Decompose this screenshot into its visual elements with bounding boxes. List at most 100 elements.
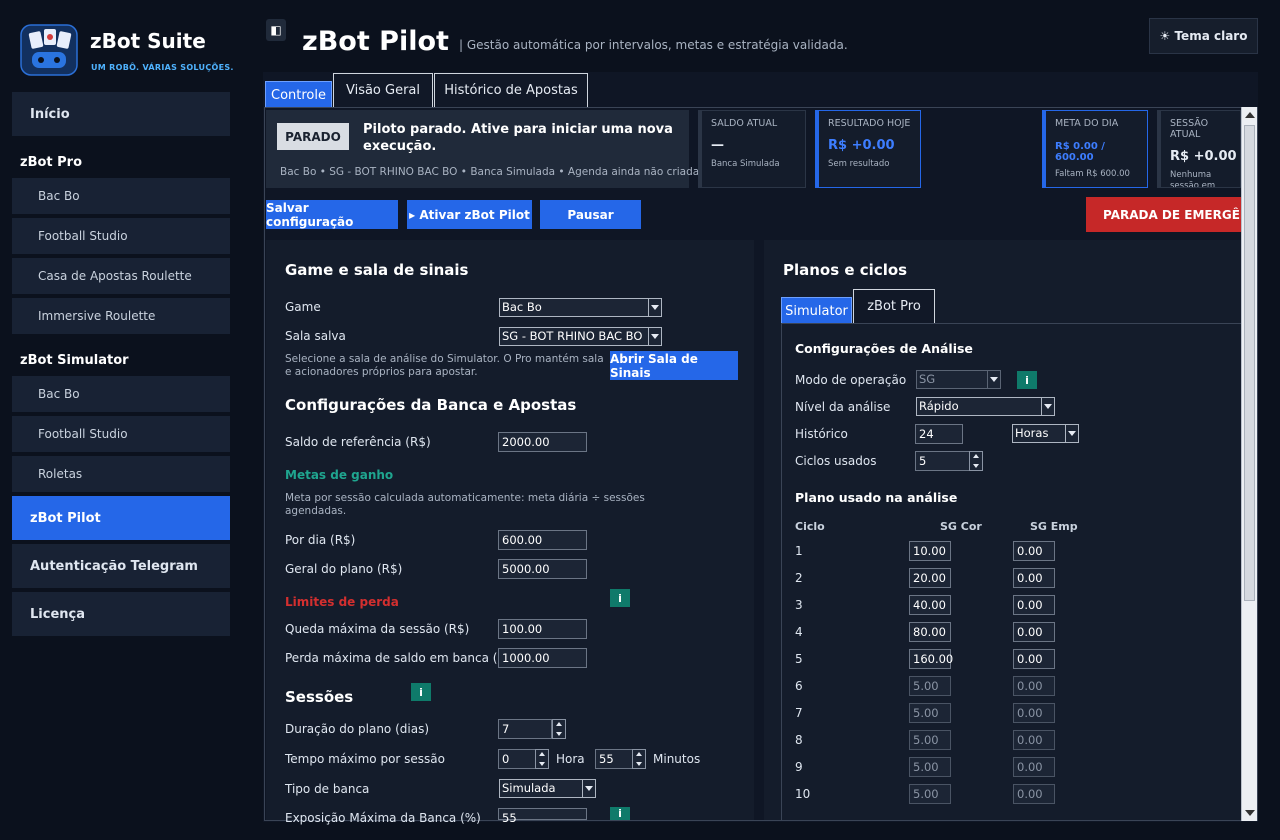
scroll-down-icon[interactable] (1245, 810, 1255, 816)
nav-sim-bac-bo[interactable]: Bac Bo (12, 376, 230, 412)
minutes-input[interactable]: 55 (595, 749, 633, 769)
exposure-input[interactable]: 55 (498, 808, 587, 825)
plan-goal-label: Geral do plano (R$) (285, 562, 403, 576)
sg-cor-input[interactable]: 80.00 (909, 622, 951, 642)
sg-cor-input[interactable]: 5.00 (909, 676, 951, 696)
sg-cor-input[interactable]: 160.00 (909, 649, 953, 669)
sg-emp-input[interactable]: 0.00 (1013, 622, 1055, 642)
goals-note: Meta por sessão calculada automaticament… (285, 492, 645, 517)
emergency-stop-button[interactable]: PARADA DE EMERGÊNCIA (1086, 197, 1241, 232)
chevron-down-icon[interactable] (987, 370, 1001, 389)
mode-select[interactable]: SG (916, 370, 988, 389)
ref-balance-input[interactable]: 2000.00 (498, 432, 587, 452)
nav-sim-roletas[interactable]: Roletas (12, 456, 230, 492)
bank-loss-input[interactable]: 1000.00 (498, 648, 587, 668)
sg-cor-input[interactable]: 5.00 (909, 784, 951, 804)
collapse-sidebar-icon[interactable]: ◧ (266, 19, 286, 41)
bank-loss-label: Perda máxima de saldo em banca (R$) (285, 651, 519, 665)
pause-button[interactable]: Pausar (540, 200, 641, 229)
sg-emp-input[interactable]: 0.00 (1013, 568, 1055, 588)
level-select[interactable]: Rápido (916, 397, 1042, 416)
kpi-value: R$ 0.00 / 600.00 (1055, 141, 1105, 163)
room-label: Sala salva (285, 329, 346, 343)
chevron-down-icon[interactable] (648, 327, 662, 346)
kpi-value: R$ +0.00 (828, 138, 895, 153)
hours-stepper[interactable] (535, 749, 549, 769)
sg-emp-input[interactable]: 0.00 (1013, 595, 1055, 615)
cycle-number: 4 (795, 625, 803, 639)
nav-sim-football-studio[interactable]: Football Studio (12, 416, 230, 452)
tab-simulator[interactable]: Simulator (781, 297, 852, 324)
sg-cor-input[interactable]: 5.00 (909, 703, 951, 723)
scroll-thumb[interactable] (1244, 125, 1255, 601)
sg-emp-input[interactable]: 0.00 (1013, 730, 1055, 750)
history-label: Histórico (795, 427, 848, 441)
session-loss-input[interactable]: 100.00 (498, 619, 587, 639)
open-signal-room-button[interactable]: Abrir Sala de Sinais (610, 351, 738, 380)
nav-pro-casa-roulette[interactable]: Casa de Apostas Roulette (12, 258, 230, 294)
sg-emp-input[interactable]: 0.00 (1013, 541, 1055, 561)
tab-visao-geral[interactable]: Visão Geral (333, 73, 433, 107)
nav-inicio[interactable]: Início (12, 92, 230, 136)
ref-balance-label: Saldo de referência (R$) (285, 435, 431, 449)
nav-pro-bac-bo[interactable]: Bac Bo (12, 178, 230, 214)
sg-cor-input[interactable]: 10.00 (909, 541, 951, 561)
activate-pilot-button[interactable]: ▸ Ativar zBot Pilot (407, 200, 532, 229)
game-select[interactable]: Bac Bo (499, 298, 649, 317)
sg-emp-input[interactable]: 0.00 (1013, 676, 1055, 696)
minutes-stepper[interactable] (632, 749, 646, 769)
kpi-title: RESULTADO HOJE (828, 118, 911, 129)
scroll-up-icon[interactable] (1245, 112, 1255, 118)
tab-controle[interactable]: Controle (265, 81, 332, 108)
bank-type-label: Tipo de banca (285, 782, 370, 796)
kpi-sub: Nenhuma sessão em execução (1170, 170, 1216, 188)
bank-type-select[interactable]: Simulada (499, 779, 583, 798)
cycles-stepper[interactable] (969, 451, 983, 471)
room-select[interactable]: SG - BOT RHINO BAC BO (499, 327, 649, 346)
cycle-number: 7 (795, 706, 803, 720)
kpi-title: SESSÃO ATUAL (1170, 118, 1209, 140)
nav-license[interactable]: Licença (12, 592, 230, 636)
sg-cor-input[interactable]: 5.00 (909, 757, 951, 777)
cycles-input[interactable]: 5 (915, 451, 970, 471)
zbot-logo-icon (20, 24, 78, 76)
sg-cor-input[interactable]: 40.00 (909, 595, 951, 615)
tab-zbot-pro[interactable]: zBot Pro (853, 289, 935, 323)
nav-zbot-pilot[interactable]: zBot Pilot (12, 496, 230, 540)
tab-historico-apostas[interactable]: Histórico de Apostas (434, 73, 588, 107)
kpi-sub: Banca Simulada (711, 159, 780, 169)
kpi-sub: Faltam R$ 600.00 (1055, 169, 1130, 179)
history-unit-select[interactable]: Horas (1012, 424, 1066, 443)
sg-emp-input[interactable]: 0.00 (1013, 703, 1055, 723)
sg-cor-input[interactable]: 5.00 (909, 730, 951, 750)
info-icon[interactable]: i (411, 683, 431, 701)
info-icon[interactable]: i (610, 589, 630, 607)
info-icon[interactable]: i (610, 807, 630, 820)
sg-emp-input[interactable]: 0.00 (1013, 649, 1055, 669)
chevron-down-icon[interactable] (648, 298, 662, 317)
per-day-label: Por dia (R$) (285, 533, 356, 547)
chevron-down-icon[interactable] (1041, 397, 1055, 416)
minutes-unit: Minutos (653, 752, 701, 766)
duration-input[interactable]: 7 (498, 719, 552, 739)
sg-cor-input[interactable]: 20.00 (909, 568, 951, 588)
main-scrollbar[interactable] (1241, 107, 1257, 821)
nav-telegram-auth[interactable]: Autenticação Telegram (12, 544, 230, 588)
plan-goal-input[interactable]: 5000.00 (498, 559, 587, 579)
sg-emp-input[interactable]: 0.00 (1013, 757, 1055, 777)
duration-stepper[interactable] (552, 719, 566, 739)
chevron-down-icon[interactable] (582, 779, 596, 798)
nav-pro-immersive-roulette[interactable]: Immersive Roulette (12, 298, 230, 334)
per-day-input[interactable]: 600.00 (498, 530, 587, 550)
kpi-meta-do-dia: META DO DIA R$ 0.00 / 600.00 Faltam R$ 6… (1042, 110, 1148, 188)
status-footer: Bac Bo • SG - BOT RHINO BAC BO • Banca S… (280, 166, 700, 178)
hours-input[interactable]: 0 (498, 749, 536, 769)
history-input[interactable]: 24 (915, 424, 963, 444)
info-icon[interactable]: i (1017, 371, 1037, 389)
sg-emp-input[interactable]: 0.00 (1013, 784, 1055, 804)
plan-used-title: Plano usado na análise (795, 490, 958, 505)
chevron-down-icon[interactable] (1065, 424, 1079, 443)
nav-pro-football-studio[interactable]: Football Studio (12, 218, 230, 254)
save-config-button[interactable]: Salvar configuração (266, 200, 398, 229)
theme-toggle-button[interactable]: ☀ Tema claro (1149, 18, 1258, 54)
